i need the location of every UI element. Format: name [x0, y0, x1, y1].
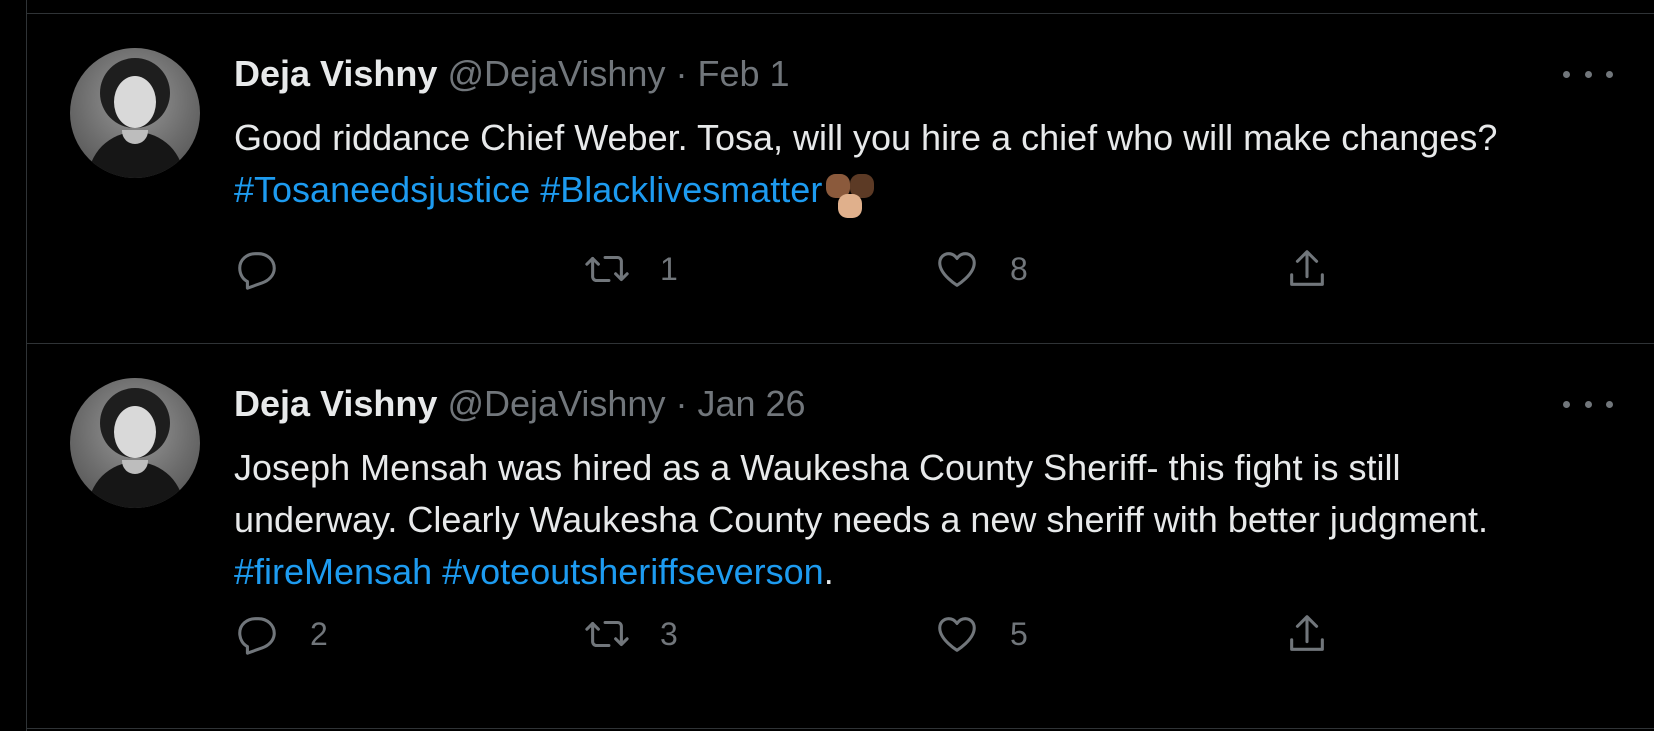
author-name[interactable]: Deja Vishny: [234, 383, 437, 424]
like-button[interactable]: 5: [934, 609, 1028, 659]
author-handle[interactable]: @DejaVishny: [447, 53, 665, 94]
retweet-button[interactable]: 3: [584, 609, 678, 659]
retweet-icon: [585, 620, 629, 648]
retweet-count: 1: [660, 250, 678, 287]
share-button[interactable]: [1284, 609, 1330, 659]
retweet-icon: [585, 255, 629, 283]
heart-icon: [938, 617, 976, 652]
like-count: 8: [1010, 250, 1028, 287]
more-icon[interactable]: [1563, 384, 1613, 424]
tweet-text-body: Joseph Mensah was hired as a Waukesha Co…: [234, 447, 1488, 540]
author-handle[interactable]: @DejaVishny: [447, 383, 665, 424]
tweet-text: Good riddance Chief Weber. Tosa, will yo…: [234, 112, 1564, 218]
share-icon: [1290, 615, 1324, 651]
tweet-text: Joseph Mensah was hired as a Waukesha Co…: [234, 442, 1564, 598]
tweet[interactable]: Deja Vishny @DejaVishny · Feb 1 Good rid…: [27, 14, 1654, 344]
hashtag-link[interactable]: #voteoutsheriffseverson: [442, 551, 824, 592]
tweet[interactable]: Deja Vishny @DejaVishny · Jan 26 Joseph …: [27, 344, 1654, 729]
separator: ·: [675, 53, 688, 94]
avatar[interactable]: [70, 378, 200, 508]
tweet-header: Deja Vishny @DejaVishny · Feb 1: [234, 54, 790, 94]
separator: ·: [675, 383, 688, 424]
action-bar: 1 8: [234, 244, 1434, 294]
author-name[interactable]: Deja Vishny: [234, 53, 437, 94]
heart-icon: [938, 252, 976, 287]
avatar[interactable]: [70, 48, 200, 178]
more-icon[interactable]: [1563, 54, 1613, 94]
like-count: 5: [1010, 615, 1028, 652]
retweet-button[interactable]: 1: [584, 244, 678, 294]
tweet-text-body: Good riddance Chief Weber. Tosa, will yo…: [234, 117, 1498, 158]
reply-count: 2: [310, 615, 328, 652]
reply-icon: [238, 617, 276, 655]
raised-fists-emoji: [822, 164, 878, 218]
tweet-text-end: .: [823, 551, 834, 592]
hashtag-link[interactable]: #Tosaneedsjustice: [234, 169, 530, 210]
reply-button[interactable]: 2: [234, 609, 328, 659]
tweet-date[interactable]: Feb 1: [697, 53, 789, 94]
share-icon: [1290, 250, 1324, 286]
action-bar: 2 3 5: [234, 609, 1434, 659]
hashtag-link[interactable]: #Blacklivesmatter: [540, 169, 822, 210]
like-button[interactable]: 8: [934, 244, 1028, 294]
tweet-header: Deja Vishny @DejaVishny · Jan 26: [234, 384, 806, 424]
reply-icon: [238, 252, 276, 290]
reply-button[interactable]: [234, 244, 310, 294]
retweet-count: 3: [660, 615, 678, 652]
tweet-date[interactable]: Jan 26: [697, 383, 805, 424]
hashtag-link[interactable]: #fireMensah: [234, 551, 432, 592]
timeline: Deja Vishny @DejaVishny · Feb 1 Good rid…: [26, 0, 1654, 731]
share-button[interactable]: [1284, 244, 1330, 294]
